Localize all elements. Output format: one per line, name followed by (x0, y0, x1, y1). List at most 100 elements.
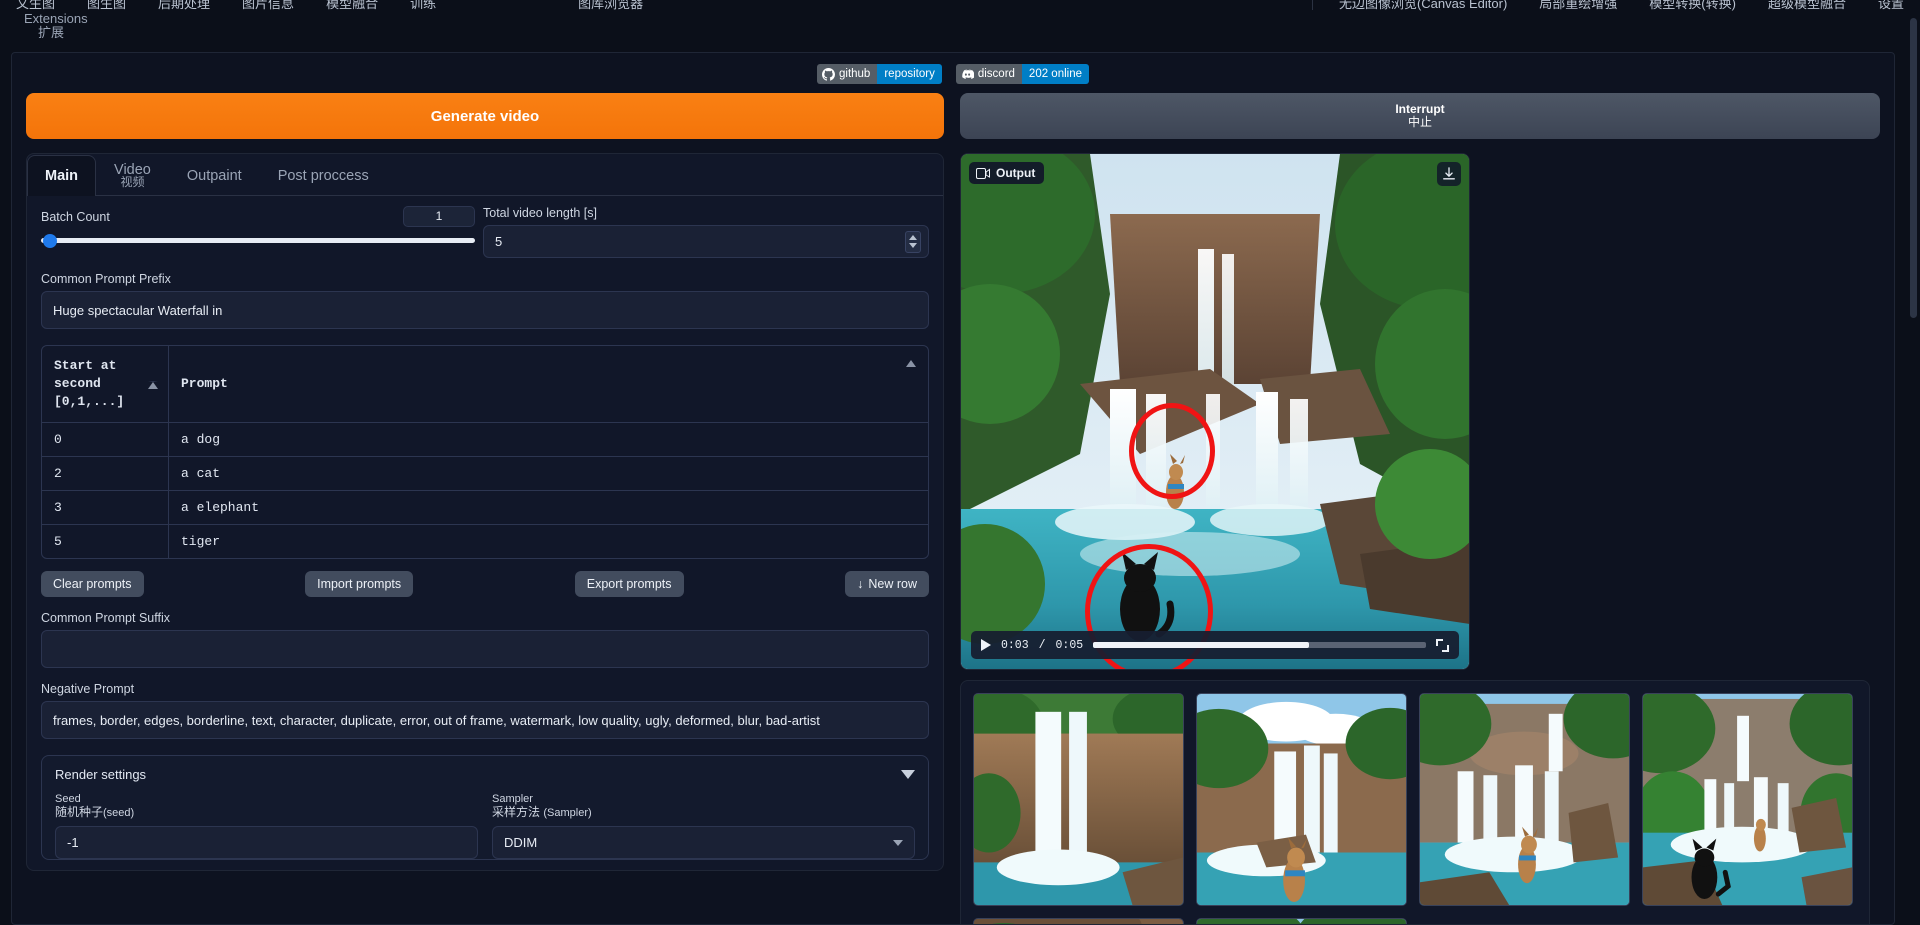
output-gallery[interactable] (960, 680, 1870, 924)
chevron-down-icon[interactable] (901, 770, 915, 779)
prefix-value: Huge spectacular Waterfall in (53, 302, 223, 318)
row-prompt-cell[interactable]: tiger (169, 525, 928, 558)
nav-item-model-convert[interactable]: 模型转换(转换) (1633, 0, 1752, 12)
new-row-label: New row (868, 577, 917, 591)
nav-item-supermerger[interactable]: 超级模型融合 (1752, 0, 1862, 12)
render-settings-grid: Seed 随机种子(seed) -1 Sampler 采样方法 (Sampler… (55, 794, 915, 859)
play-icon[interactable] (981, 639, 991, 651)
batch-count-slider-knob[interactable] (42, 233, 57, 248)
table-row[interactable]: 3 a elephant (42, 490, 928, 524)
tab-video[interactable]: Video 视频 (96, 155, 169, 195)
output-video-player[interactable]: Output 0:03 / 0:05 (961, 154, 1469, 669)
download-button[interactable] (1437, 162, 1461, 186)
nav-item-inpaint-plus[interactable]: 局部重绘增强 (1523, 0, 1633, 12)
import-prompts-button[interactable]: Import prompts (305, 571, 414, 597)
gallery-thumb-2[interactable] (1196, 693, 1407, 906)
generate-video-button[interactable]: Generate video (26, 93, 944, 139)
video-camera-icon (976, 167, 990, 179)
interrupt-button[interactable]: Interrupt 中止 (960, 93, 1880, 139)
row-prompt-cell[interactable]: a dog (169, 423, 928, 456)
tab-post-process-label: Post proccess (277, 167, 369, 184)
discord-icon (962, 69, 974, 79)
render-settings-header[interactable]: Render settings (55, 767, 915, 782)
github-badge[interactable]: github repository (817, 64, 942, 84)
gallery-thumb-5[interactable] (973, 918, 1184, 924)
table-row[interactable]: 0 a dog (42, 422, 928, 456)
batch-count-slider[interactable] (41, 233, 475, 248)
gallery-thumb-6-image (1197, 919, 1406, 924)
page-scrollbar-thumb[interactable] (1910, 18, 1917, 318)
github-badge-right: repository (877, 64, 942, 84)
gallery-thumb-2-image (1197, 694, 1406, 905)
nav-item-checkpoint-merger[interactable]: 模型融合 (310, 0, 394, 12)
tab-main[interactable]: Main (27, 155, 97, 196)
nav-item-img2img[interactable]: 图生图 (71, 0, 142, 12)
row-second-cell[interactable]: 0 (42, 423, 169, 456)
prompt-table-header-prompt[interactable]: Prompt (169, 346, 928, 422)
top-navigation-bar[interactable]: 文生图 图生图 后期处理 图片信息 模型融合 训练 图库浏览器 无边图像浏览(C… (0, 0, 1920, 12)
page-scrollbar[interactable] (1909, 18, 1918, 923)
nav-item-txt2img[interactable]: 文生图 (0, 0, 71, 12)
prompt-header-line1: Start at (54, 358, 117, 373)
seed-label: Seed 随机种子(seed) (55, 794, 478, 820)
nav-item-train[interactable]: 训练 (394, 0, 452, 12)
tab-main-label: Main (45, 168, 79, 184)
nav-item-gallery-browser[interactable]: 图库浏览器 (562, 0, 659, 12)
nav-item-extras[interactable]: 后期处理 (142, 0, 226, 12)
seed-input[interactable]: -1 (55, 826, 478, 859)
nav-item-canvas-editor[interactable]: 无边图像浏览(Canvas Editor) (1323, 0, 1523, 12)
tab-bar[interactable]: Main Video 视频 Outpaint Post proccess (27, 154, 943, 196)
video-progress-bar[interactable] (1093, 642, 1426, 648)
tab-outpaint[interactable]: Outpaint (169, 155, 260, 195)
prefix-group: Common Prompt Prefix Huge spectacular Wa… (41, 272, 929, 329)
batch-count-value[interactable]: 1 (403, 206, 475, 227)
chevron-down-icon[interactable] (893, 839, 903, 846)
gallery-thumb-6[interactable] (1196, 918, 1407, 924)
sampler-label-cn: 采样方法 (Sampler) (492, 806, 915, 820)
batch-and-length-row: Batch Count 1 Total video length [s] 5 (41, 206, 929, 258)
suffix-input[interactable] (41, 630, 929, 668)
interrupt-label-cn: 中止 (1407, 115, 1432, 129)
row-second-cell[interactable]: 2 (42, 457, 169, 490)
prompt-sort-icon[interactable] (906, 360, 916, 367)
nav-item-pnginfo[interactable]: 图片信息 (226, 0, 310, 12)
row-prompt-cell[interactable]: a cat (169, 457, 928, 490)
tab-post-process[interactable]: Post proccess (260, 155, 387, 195)
total-video-length-label: Total video length [s] (483, 206, 929, 220)
total-video-length-input[interactable]: 5 (483, 225, 929, 258)
seed-value: -1 (67, 835, 79, 850)
annotation-circle-dog (1129, 403, 1215, 499)
export-prompts-button[interactable]: Export prompts (574, 571, 684, 597)
stepper-down-icon[interactable] (909, 243, 917, 248)
render-settings-accordion[interactable]: Render settings Seed 随机种子(seed) -1 Sampl… (41, 755, 929, 860)
stepper-up-icon[interactable] (909, 235, 917, 240)
nav-item-settings[interactable]: 设置 (1862, 0, 1920, 12)
table-row[interactable]: 5 tiger (42, 524, 928, 558)
negative-prompt-input[interactable]: frames, border, edges, borderline, text,… (41, 701, 929, 739)
gallery-thumb-4[interactable] (1642, 693, 1853, 906)
total-video-length-stepper[interactable] (905, 230, 921, 253)
output-label-badge: Output (969, 162, 1045, 184)
prefix-input[interactable]: Huge spectacular Waterfall in (41, 291, 929, 329)
gallery-thumb-1[interactable] (973, 693, 1184, 906)
fullscreen-icon[interactable] (1436, 638, 1449, 652)
seed-label-cn: 随机种子(seed) (55, 806, 478, 820)
new-row-button[interactable]: ↓ New row (845, 571, 929, 597)
discord-badge[interactable]: discord 202 online (955, 64, 1089, 84)
video-controls-bar[interactable]: 0:03 / 0:05 (971, 631, 1459, 659)
table-row[interactable]: 2 a cat (42, 456, 928, 490)
row-second-cell[interactable]: 3 (42, 491, 169, 524)
prompt-table[interactable]: Start at second [0,1,...] Prompt 0 a dog… (41, 345, 929, 559)
row-second-cell[interactable]: 5 (42, 525, 169, 558)
sort-ascending-icon[interactable] (148, 381, 158, 389)
video-total-time: 0:05 (1055, 638, 1084, 652)
sampler-dropdown[interactable]: DDIM (492, 826, 915, 859)
right-output-column: Output 0:03 / 0:05 (960, 153, 1880, 924)
extensions-tab-label-en: Extensions (24, 11, 88, 26)
prompt-table-header-second[interactable]: Start at second [0,1,...] (42, 346, 169, 422)
seed-label-cn-text: 随机种子 (55, 805, 104, 819)
gallery-thumb-3[interactable] (1419, 693, 1630, 906)
extensions-tab[interactable]: Extensions 扩展 (24, 12, 88, 40)
clear-prompts-button[interactable]: Clear prompts (41, 571, 144, 597)
row-prompt-cell[interactable]: a elephant (169, 491, 928, 524)
